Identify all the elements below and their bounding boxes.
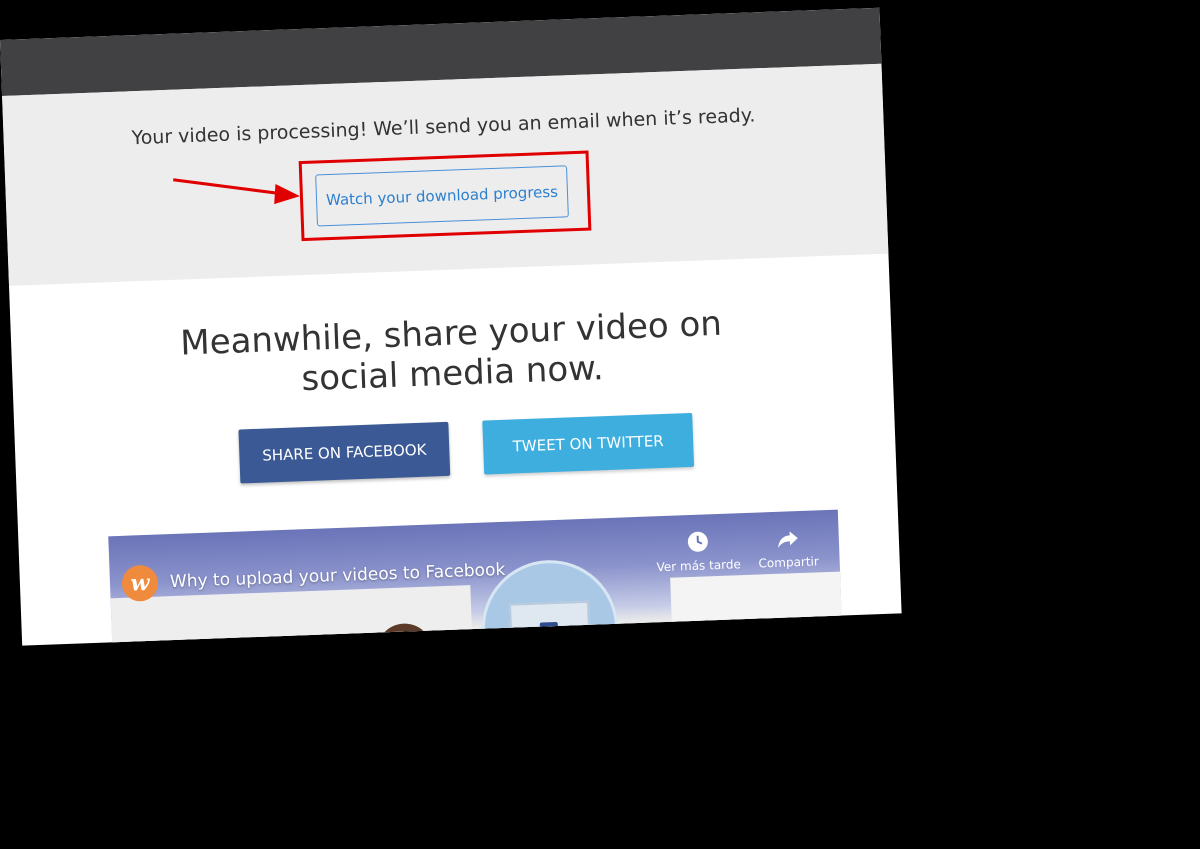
processing-notice: Your video is processing! We’ll send you… [2,63,889,286]
processing-message: Your video is processing! We’ll send you… [131,104,756,150]
browser-page: Your video is processing! We’ll send you… [0,7,902,646]
video-share-button[interactable]: Compartir [742,526,833,571]
annotation-arrow [173,178,300,205]
tweet-on-twitter-button[interactable]: TWEET ON TWITTER [482,412,695,475]
video-player[interactable]: f w Why to upload your videos to Faceboo… [108,509,844,646]
watch-later-label: Ver más tarde [656,557,742,575]
video-scene-left [110,585,474,646]
share-on-facebook-button[interactable]: SHARE ON FACEBOOK [238,421,451,484]
share-arrow-icon [778,531,798,548]
watch-later-button[interactable]: Ver más tarde [652,529,743,574]
screenshot-backdrop: Your video is processing! We’ll send you… [0,0,1200,849]
watch-download-progress-button[interactable]: Watch your download progress [315,165,569,227]
video-scene-right [670,571,844,646]
share-headline: Meanwhile, share your video on social me… [11,298,893,410]
facebook-icon: f [539,621,559,641]
share-buttons: SHARE ON FACEBOOK TWEET ON TWITTER [15,405,896,491]
clock-icon [687,531,708,552]
video-share-label: Compartir [758,554,820,571]
